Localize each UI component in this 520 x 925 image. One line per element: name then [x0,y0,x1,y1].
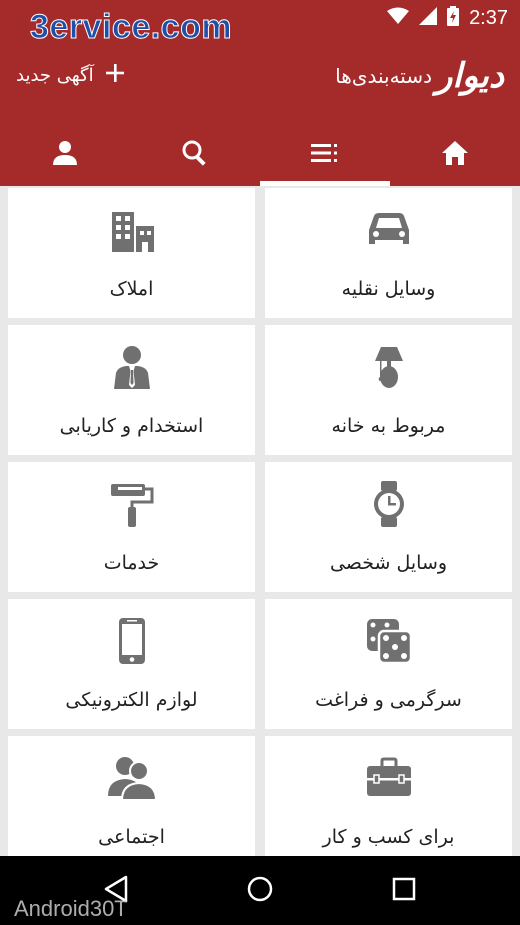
category-label: خدمات [103,552,160,574]
status-time: 2:37 [469,6,508,29]
category-tile[interactable]: اجتماعی [8,736,255,856]
tab-search[interactable] [130,124,260,186]
square-recents-icon [391,876,417,906]
watermark: 3ervice.com [29,8,233,47]
watch-icon [265,480,512,532]
category-label: برای کسب و کار [322,826,455,848]
new-ad-button[interactable]: آگهی جدید [16,62,126,89]
recents-button[interactable] [384,874,424,908]
app-bar: 3ervice.com 2:37 دیوار دسته‌بندی‌ها آگهی… [0,0,520,186]
lamp-icon [265,343,512,395]
status-bar: 3ervice.com 2:37 [0,0,520,47]
tab-profile[interactable] [0,124,130,186]
category-label: لوازم الکترونیکی [65,689,198,711]
tab-home[interactable] [390,124,520,186]
toolbar: دیوار دسته‌بندی‌ها آگهی جدید [0,48,520,108]
category-label: وسایل نقلیه [341,278,436,300]
person-icon [52,140,78,170]
category-label: وسایل شخصی [329,552,448,574]
home-nav-button[interactable] [240,874,280,908]
category-tile[interactable]: لوازم الکترونیکی [8,599,255,729]
category-tile[interactable]: مربوط به خانه [265,325,512,455]
dice-icon [265,617,512,669]
category-tile[interactable]: برای کسب و کار [265,736,512,856]
signal-icon [419,7,438,29]
category-grid: وسایل نقلیه املاک مربوط به خانه استخدام … [8,186,512,856]
category-label: مربوط به خانه [331,415,446,437]
paint-roller-icon [8,480,255,532]
category-tile[interactable]: خدمات [8,462,255,592]
category-label: استخدام و کاریابی [59,415,204,437]
phone-icon [8,617,255,669]
category-label: سرگرمی و فراغت [315,689,462,711]
brand-logo: دیوار [435,56,504,96]
plus-icon [104,62,126,89]
businessman-icon [8,343,255,395]
list-icon [311,143,339,167]
status-icons: 2:37 [387,6,508,30]
search-icon [181,139,209,171]
battery-icon [447,6,460,30]
briefcase-icon [265,754,512,806]
car-icon [265,206,512,258]
category-tile[interactable]: سرگرمی و فراغت [265,599,512,729]
page-title: دسته‌بندی‌ها [335,64,432,88]
category-label: املاک [109,278,154,300]
bottom-watermark: Android30T [14,896,128,921]
tab-categories[interactable] [260,124,390,186]
category-tile[interactable]: وسایل نقلیه [265,188,512,318]
wifi-icon [387,7,410,29]
category-tile[interactable]: استخدام و کاریابی [8,325,255,455]
category-tile[interactable]: املاک [8,188,255,318]
buildings-icon [8,206,255,258]
category-label: اجتماعی [98,826,165,848]
circle-home-icon [246,875,274,907]
new-ad-label: آگهی جدید [16,65,94,86]
home-icon [441,140,469,170]
category-tile[interactable]: وسایل شخصی [265,462,512,592]
people-icon [8,754,255,806]
tab-bar [0,124,520,186]
